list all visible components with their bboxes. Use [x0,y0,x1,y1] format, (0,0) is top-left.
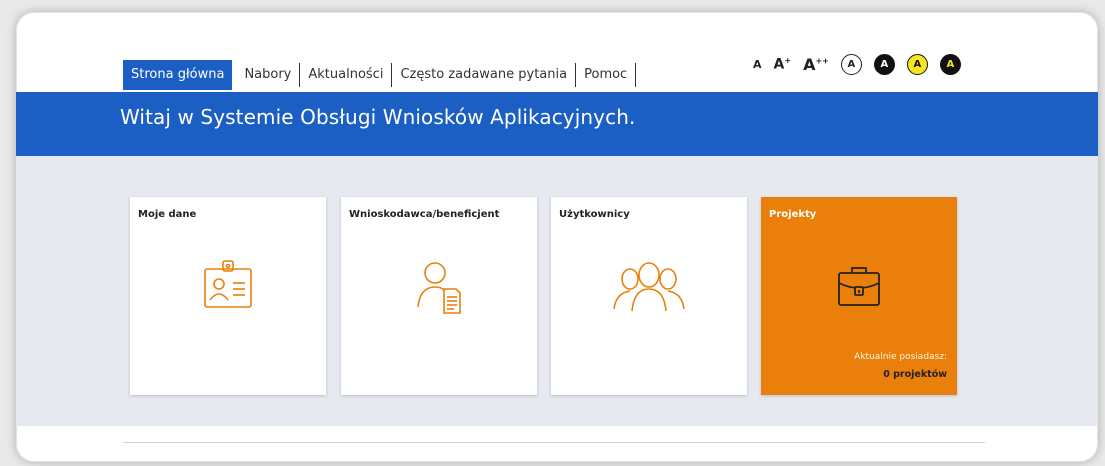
app-window: Strona główna Nabory Aktualności Często … [16,12,1098,462]
nav-calls[interactable]: Nabory [236,63,301,87]
tile-applicant[interactable]: Wnioskodawca/beneficjent [341,197,537,395]
contrast-yellow-black-button[interactable]: A [906,54,928,75]
tile-users[interactable]: Użytkownicy [551,197,747,395]
tile-title: Projekty [769,209,817,220]
accessibility-controls: A A+ A++ A A A A [753,54,961,75]
contrast-dark-button[interactable]: A [873,54,895,75]
font-size-larger-button[interactable]: A+ [774,57,792,72]
main-nav: Strona główna Nabory Aktualności Często … [123,60,637,90]
contrast-black-yellow-button[interactable]: A [939,54,961,75]
nav-help[interactable]: Pomoc [576,63,637,87]
id-card-icon [197,255,259,317]
nav-news[interactable]: Aktualności [300,63,393,87]
tile-my-data[interactable]: Moje dane [130,197,326,395]
divider [123,442,985,443]
person-document-icon [408,255,470,321]
font-size-normal-button[interactable]: A [753,59,762,70]
tile-title: Użytkownicy [559,209,630,220]
users-group-icon [608,255,690,321]
nav-home[interactable]: Strona główna [123,60,233,90]
tile-title: Wnioskodawca/beneficjent [349,209,500,220]
tile-projects[interactable]: Projekty Aktualnie posiadasz: 0 projektó… [761,197,957,395]
page-title: Witaj w Systemie Obsługi Wniosków Aplika… [120,105,636,129]
projects-count-value: 0 projektów [883,369,947,380]
contrast-default-button[interactable]: A [840,54,862,75]
nav-faq[interactable]: Często zadawane pytania [392,63,577,87]
projects-count-label: Aktualnie posiadasz: [854,352,947,362]
briefcase-icon [834,263,884,313]
tile-title: Moje dane [138,209,197,220]
font-size-largest-button[interactable]: A++ [803,56,829,73]
